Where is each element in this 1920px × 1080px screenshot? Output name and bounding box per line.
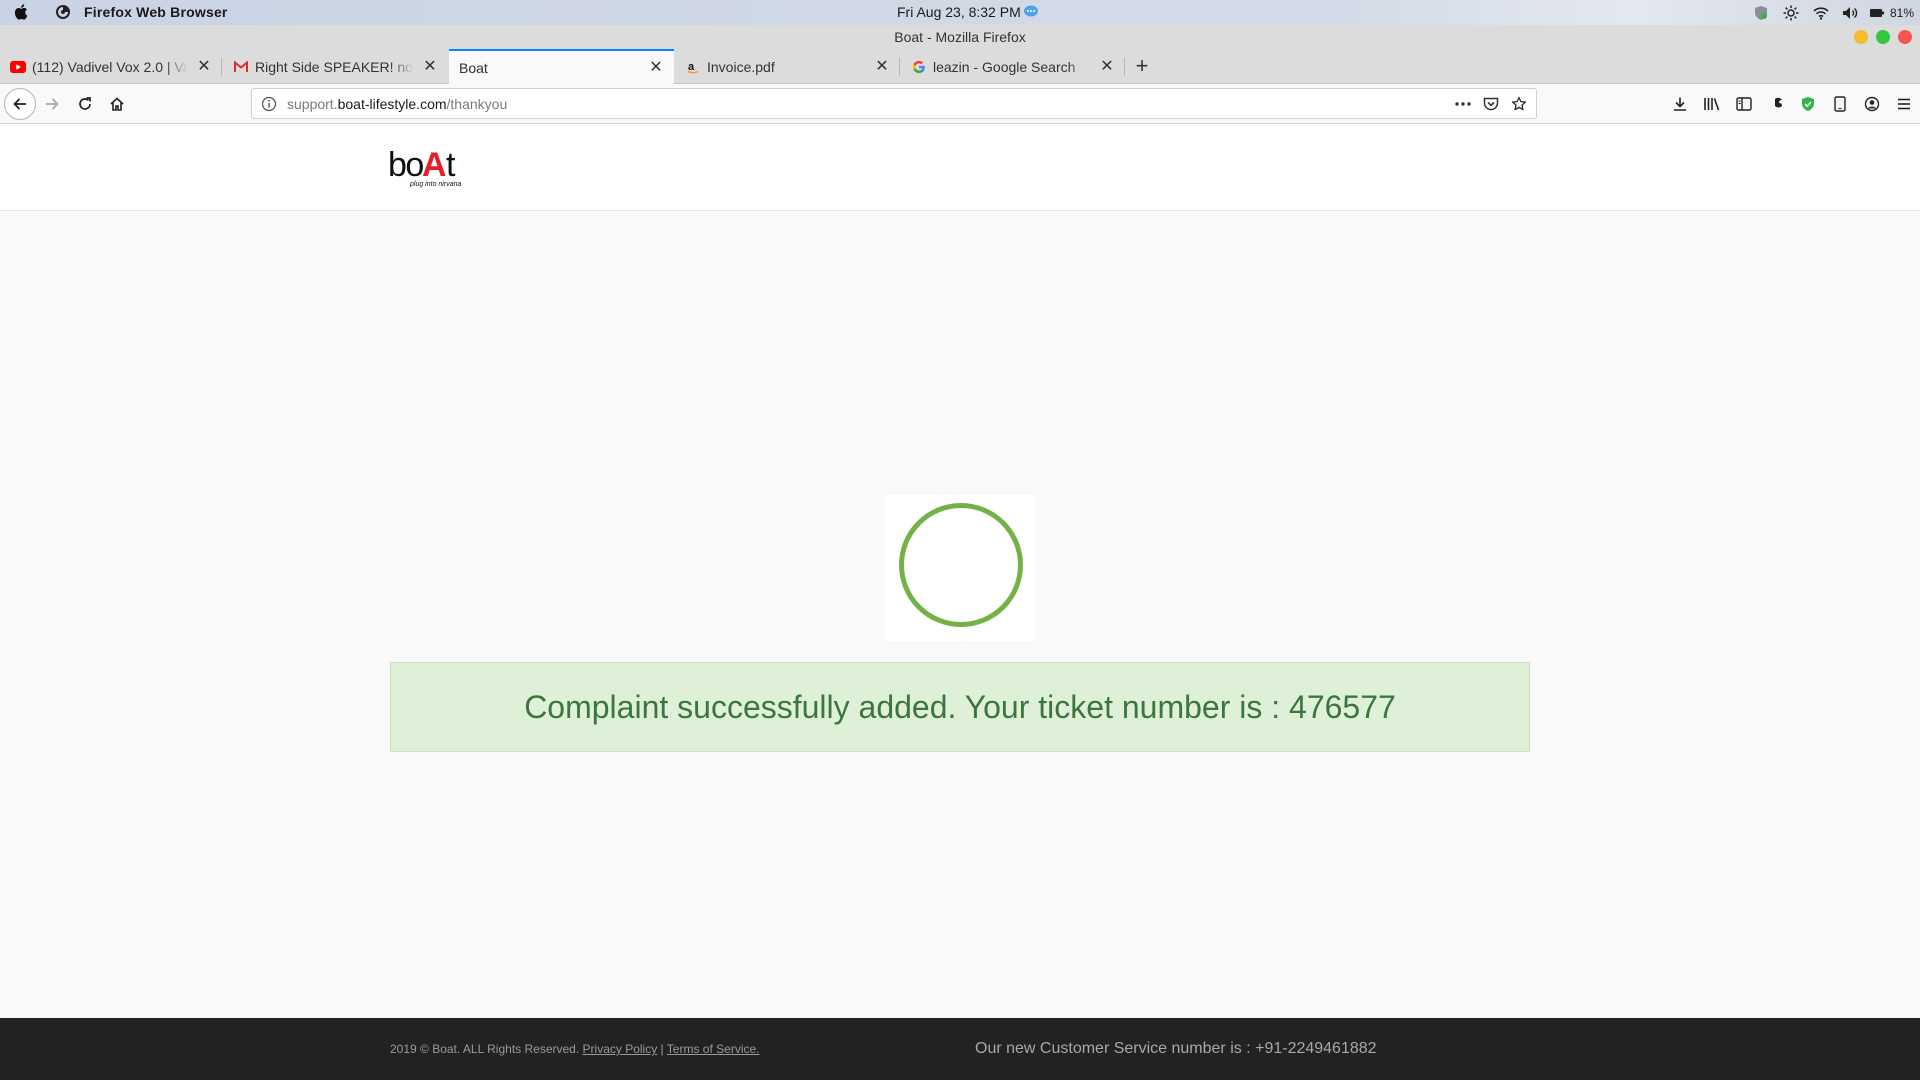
chat-bubble-icon[interactable] — [1023, 5, 1039, 19]
battery-icon[interactable] — [1866, 3, 1888, 22]
svg-text:plug into nirvana: plug into nirvana — [409, 181, 461, 188]
wifi-icon[interactable] — [1806, 3, 1836, 22]
svg-text:t: t — [446, 146, 456, 184]
pocket-icon[interactable] — [1480, 94, 1502, 114]
brightness-icon[interactable] — [1776, 3, 1806, 22]
url-bar[interactable]: support. boat-lifestyle.com/thankyou — [251, 88, 1537, 119]
svg-text:A: A — [422, 146, 447, 184]
success-message: Complaint successfully added. Your ticke… — [524, 688, 1396, 725]
home-icon — [110, 97, 124, 111]
volume-icon[interactable] — [1836, 3, 1866, 22]
reload-icon — [79, 97, 91, 110]
window-controls — [1854, 30, 1912, 44]
app-name[interactable]: Firefox Web Browser — [84, 4, 228, 20]
library-icon[interactable] — [1696, 90, 1728, 118]
url-subdomain: support. — [287, 95, 338, 112]
system-tray: 81% — [1746, 3, 1916, 22]
terms-of-service-link[interactable]: Terms of Service. — [667, 1042, 760, 1056]
success-icon-box — [885, 495, 1035, 641]
reload-button[interactable] — [71, 90, 99, 118]
new-tab-button[interactable]: + — [1130, 54, 1154, 78]
tab-gmail[interactable]: Right Side SPEAKER! not working ✕ — [223, 50, 448, 84]
menu-bar: Firefox Web Browser Fri Aug 23, 8:32 PM … — [0, 0, 1920, 25]
tab-google-search[interactable]: leazin - Google Search ✕ — [901, 50, 1125, 84]
toolbar-right — [1664, 90, 1920, 118]
svg-text:bo: bo — [388, 146, 423, 184]
bookmark-star-icon[interactable] — [1508, 94, 1530, 114]
downloads-icon[interactable] — [1664, 90, 1696, 118]
footer-separator: | — [657, 1042, 667, 1056]
site-info-icon[interactable] — [261, 96, 277, 112]
close-tab-icon[interactable]: ✕ — [1099, 59, 1115, 75]
tab-youtube[interactable]: (112) Vadivel Vox 2.0 | Vadivelu ✕ — [0, 50, 222, 84]
mobile-device-icon[interactable] — [1824, 90, 1856, 118]
page-actions — [1452, 94, 1530, 114]
copyright-text: 2019 © Boat. ALL Rights Reserved. — [390, 1042, 580, 1056]
sidebar-icon[interactable] — [1728, 90, 1760, 118]
battery-percent: 81% — [1889, 5, 1914, 20]
home-button[interactable] — [103, 90, 131, 118]
privacy-policy-link[interactable]: Privacy Policy — [583, 1042, 658, 1056]
adblock-shield-icon[interactable] — [1792, 90, 1824, 118]
tab-bar: (112) Vadivel Vox 2.0 | Vadivelu ✕ Right… — [0, 49, 1920, 84]
close-tab-icon[interactable]: ✕ — [874, 59, 890, 75]
extension-icon[interactable] — [1760, 90, 1792, 118]
hamburger-menu-icon[interactable] — [1888, 90, 1920, 118]
site-footer: 2019 © Boat. ALL Rights Reserved. Privac… — [0, 1018, 1920, 1080]
minimize-button[interactable] — [1854, 30, 1868, 44]
close-window-button[interactable] — [1898, 30, 1912, 44]
clock[interactable]: Fri Aug 23, 8:32 PM — [897, 4, 1021, 20]
youtube-icon — [10, 59, 26, 75]
success-alert: Complaint successfully added. Your ticke… — [390, 662, 1530, 752]
account-icon[interactable] — [1856, 90, 1888, 118]
close-tab-icon[interactable]: ✕ — [196, 59, 212, 75]
boat-logo[interactable]: bo A t plug into nirvana — [388, 144, 472, 192]
tab-label: (112) Vadivel Vox 2.0 | Vadivelu — [32, 59, 188, 75]
site-header: bo A t plug into nirvana — [0, 125, 1920, 211]
window-title: Boat - Mozilla Firefox — [0, 25, 1920, 50]
url-path: /thankyou — [446, 95, 508, 112]
tab-boat[interactable]: Boat ✕ — [449, 49, 674, 84]
gmail-icon — [233, 59, 249, 75]
forward-button[interactable] — [38, 90, 66, 118]
tab-invoice[interactable]: a Invoice.pdf ✕ — [675, 50, 900, 84]
svg-text:a: a — [688, 61, 695, 73]
back-arrow-icon — [13, 98, 26, 110]
shield-status-icon[interactable] — [1746, 3, 1776, 22]
back-button[interactable] — [4, 88, 36, 120]
footer-copyright: 2019 © Boat. ALL Rights Reserved. Privac… — [390, 1042, 760, 1056]
tab-label: leazin - Google Search — [933, 59, 1076, 75]
tab-label: Boat — [459, 59, 488, 76]
apple-icon[interactable] — [13, 3, 31, 21]
maximize-button[interactable] — [1876, 30, 1890, 44]
google-icon — [911, 59, 927, 75]
amazon-icon: a — [685, 59, 701, 75]
close-tab-icon[interactable]: ✕ — [422, 59, 438, 75]
firefox-menu-icon[interactable] — [55, 4, 71, 20]
customer-service-number: Our new Customer Service number is : +91… — [975, 1040, 1377, 1057]
url-host: boat-lifestyle.com — [337, 95, 447, 112]
forward-arrow-icon — [46, 98, 59, 110]
nav-toolbar: support. boat-lifestyle.com/thankyou — [0, 84, 1920, 124]
page-content: Complaint successfully added. Your ticke… — [0, 211, 1920, 1018]
success-circle-icon — [899, 503, 1023, 627]
more-actions-icon[interactable] — [1452, 94, 1474, 114]
tab-label: Right Side SPEAKER! not working — [255, 59, 414, 75]
tab-label: Invoice.pdf — [707, 59, 775, 75]
close-tab-icon[interactable]: ✕ — [648, 59, 664, 76]
